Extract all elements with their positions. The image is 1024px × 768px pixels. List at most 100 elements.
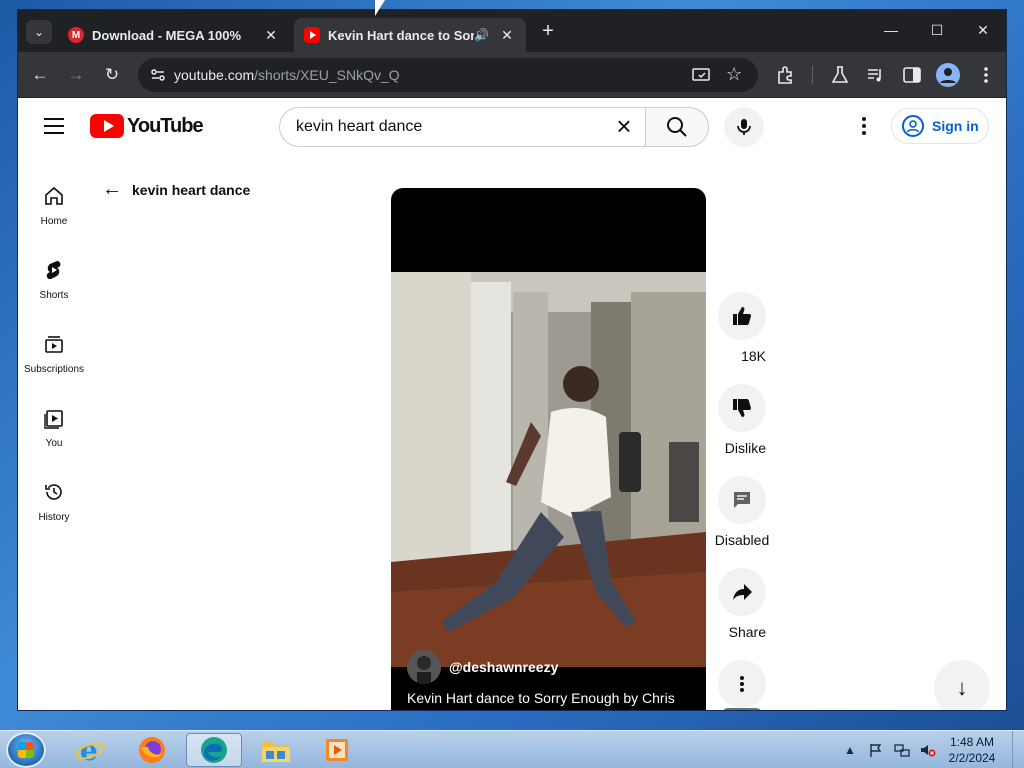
comments-label: Disabled [714,532,770,548]
history-icon [42,480,66,504]
close-window-button[interactable]: ✕ [960,10,1006,50]
arrow-down-icon: ↓ [956,675,968,700]
you-icon [42,406,66,430]
shorts-player[interactable]: @deshawnreezy Kevin Hart dance to Sorry … [391,188,706,710]
like-button[interactable] [718,292,766,340]
youtube-icon [304,27,320,43]
labs-icon[interactable] [830,65,850,90]
like-action[interactable]: 18K [718,292,766,366]
like-count: 18K [741,348,766,364]
show-hidden-icons-icon[interactable]: ▲ [842,742,858,758]
dislike-icon [733,399,751,417]
network-icon[interactable] [894,742,910,758]
guide-item-home[interactable]: Home [18,170,90,244]
tab-search-button[interactable]: ⌄ [26,20,52,44]
shorts-icon [42,258,66,282]
url-host: youtube.com [174,67,255,83]
tab-title: Kevin Hart dance to Sorry E [328,27,474,43]
extensions-icon[interactable] [776,65,796,90]
mega-icon: M [68,27,84,43]
share-button[interactable] [718,568,766,616]
svg-text:e: e [80,735,98,765]
guide-item-you[interactable]: You [18,392,90,466]
sign-in-label: Sign in [932,118,979,134]
channel-avatar[interactable] [407,650,441,684]
microphone-icon [737,119,751,135]
channel-row[interactable]: @deshawnreezy [407,650,558,684]
more-button[interactable] [718,660,766,708]
reload-button[interactable]: ↻ [98,61,126,89]
youtube-logo[interactable]: YouTube [90,114,204,138]
firefox-icon[interactable] [124,733,180,767]
maximize-button[interactable]: ☐ [914,10,960,50]
tab-youtube[interactable]: Kevin Hart dance to Sorry E 🔊 ✕ [294,18,526,52]
guide-item-shorts[interactable]: Shorts [18,244,90,318]
youtube-play-icon [90,114,124,138]
internet-explorer-icon[interactable]: e [62,733,118,767]
search-button[interactable] [645,107,709,147]
back-to-results-link[interactable]: ← kevin heart dance [102,178,250,201]
like-icon [733,307,751,325]
voice-search-button[interactable] [724,107,764,147]
site-info-icon[interactable] [148,65,168,85]
action-center-flag-icon[interactable] [868,742,884,758]
media-control-icon[interactable] [866,65,886,90]
cast-icon[interactable] [692,66,710,89]
dislike-action[interactable]: Dislike [718,384,766,458]
comments-icon [734,492,750,508]
dislike-button[interactable] [718,384,766,432]
browser-window: ⌄ M Download - MEGA 100% ✕ Kevin Hart da… [18,10,1006,710]
volume-muted-icon[interactable] [920,742,936,758]
profile-icon[interactable] [936,63,960,87]
menu-dots-icon[interactable] [976,65,996,90]
minimize-button[interactable]: — [868,10,914,50]
back-button[interactable]: ← [26,61,54,89]
sign-in-button[interactable]: Sign in [891,108,989,144]
video-frame[interactable] [391,272,706,667]
more-action[interactable] [718,660,766,708]
start-button[interactable] [6,732,46,768]
guide-menu-icon[interactable] [44,118,64,134]
bookmark-star-icon[interactable]: ☆ [726,64,742,85]
show-desktop-button[interactable] [1012,731,1024,768]
action-bar: 18K Dislike Disabled Share [714,292,770,710]
url-path: /shorts/XEU_SNkQv_Q [254,67,400,83]
guide-sidebar: Home Shorts Subscriptions You History [18,170,90,540]
share-action[interactable]: Share [718,568,766,642]
new-tab-button[interactable]: + [536,20,560,44]
tab-mega[interactable]: M Download - MEGA 100% ✕ [58,18,290,52]
back-query-text: kevin heart dance [132,181,251,198]
subscriptions-icon [42,332,66,356]
next-short-button[interactable]: ↓ [934,660,990,710]
account-circle-icon [902,115,924,137]
comments-action[interactable]: Disabled [714,476,770,550]
mouse-cursor [375,0,385,16]
address-bar[interactable]: youtube.com/shorts/XEU_SNkQv_Q ☆ [138,58,758,92]
clock-time: 1:48 AM [949,735,995,749]
arrow-left-icon: ← [102,178,122,200]
system-clock[interactable]: 1:48 AM 2/2/2024 [946,734,998,766]
tab-title: Download - MEGA 100% [92,27,242,43]
sound-thumbnail[interactable] [722,708,762,710]
close-tab-icon[interactable]: ✕ [262,27,280,44]
guide-label: Subscriptions [23,364,85,375]
logo-text: YouTube [127,114,204,137]
share-label: Share [728,624,766,640]
comments-button[interactable] [718,476,766,524]
channel-name[interactable]: @deshawnreezy [449,659,558,675]
share-icon [733,584,752,600]
speaker-icon[interactable]: 🔊 [474,28,492,42]
guide-item-history[interactable]: History [18,466,90,540]
edge-icon[interactable] [186,733,242,767]
media-player-icon[interactable] [310,733,366,767]
close-tab-icon[interactable]: ✕ [498,27,516,44]
search-input[interactable]: kevin heart dance × [279,107,645,147]
side-panel-icon[interactable] [902,65,922,90]
guide-label: Home [40,216,68,227]
guide-item-subscriptions[interactable]: Subscriptions [18,318,90,392]
clear-search-icon[interactable]: × [611,113,637,140]
settings-more-icon[interactable] [852,114,876,138]
forward-button[interactable]: → [62,61,90,89]
short-title: Kevin Hart dance to Sorry Enough by Chri… [407,690,675,706]
file-explorer-icon[interactable] [248,733,304,767]
